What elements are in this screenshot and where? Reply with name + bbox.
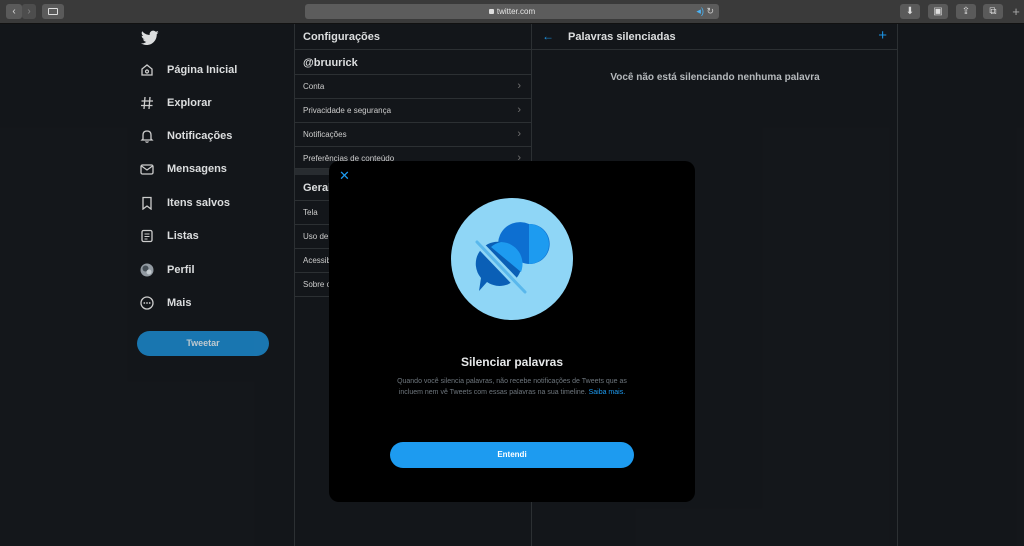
dialog-description: Quando você silencia palavras, não receb…: [387, 376, 637, 398]
speaker-icon[interactable]: ◂): [696, 6, 704, 16]
url-text: twitter.com: [496, 7, 536, 16]
reload-icon[interactable]: ↻: [706, 6, 714, 16]
sidebar-icon: [48, 8, 58, 15]
speech-bubbles-icon: [475, 222, 550, 294]
close-icon[interactable]: ✕: [339, 168, 350, 184]
tabs-icon: ⧉: [989, 6, 997, 17]
dialog-title: Silenciar palavras: [460, 355, 564, 369]
sidebar-toggle-button[interactable]: [42, 4, 64, 19]
tabs-button[interactable]: ⧉: [983, 4, 1003, 19]
forward-button[interactable]: ›: [22, 4, 36, 19]
share-button[interactable]: ⇪: [956, 4, 976, 19]
got-it-button[interactable]: Entendi: [390, 442, 634, 468]
muted-words-illustration: [451, 198, 573, 320]
download-button[interactable]: ⬇: [900, 4, 920, 19]
address-bar[interactable]: twitter.com ◂) ↻: [305, 4, 719, 19]
mute-words-dialog: ✕ Silenciar palavras Quando você silenci…: [329, 161, 695, 502]
browser-toolbar: ‹ › twitter.com ◂) ↻ ⬇ ▣ ⇪ ⧉ +: [0, 0, 1024, 24]
back-button[interactable]: ‹: [6, 4, 22, 19]
download-icon: ⬇: [905, 6, 915, 17]
share-icon: ⇪: [961, 6, 971, 17]
extension-button[interactable]: ▣: [928, 4, 948, 19]
lock-icon: [488, 9, 494, 14]
extension-icon: ▣: [933, 6, 943, 17]
new-tab-button[interactable]: +: [1008, 2, 1024, 22]
learn-more-link[interactable]: Saiba mais.: [589, 389, 626, 396]
